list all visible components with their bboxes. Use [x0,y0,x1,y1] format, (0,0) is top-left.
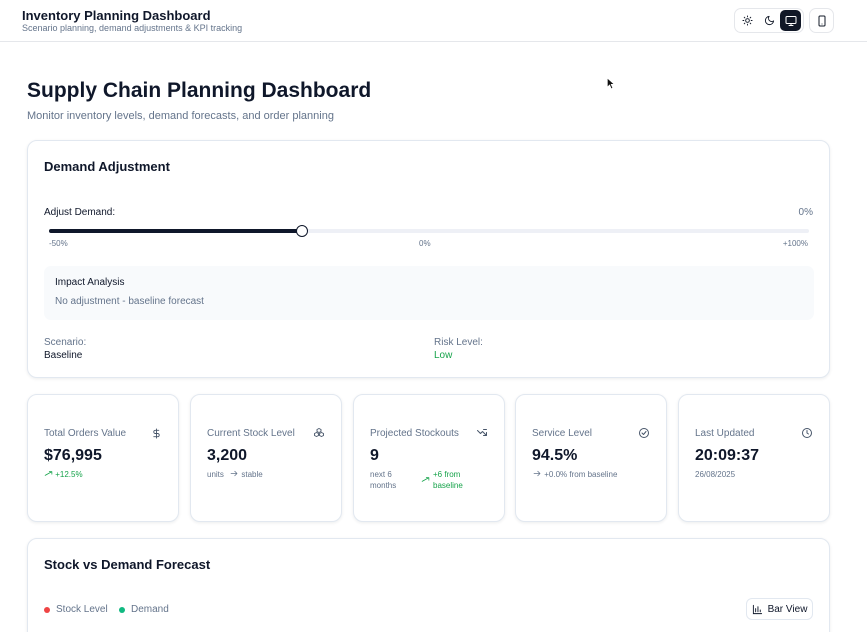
slider-tick-zero: 0% [419,239,431,248]
legend-label: Stock Level [56,604,108,615]
system-theme-button[interactable] [780,10,802,31]
scenario-value: Baseline [44,350,83,361]
dollar-icon [150,427,162,439]
trending-up-icon [44,471,53,476]
risk-level-label: Risk Level: [434,337,483,348]
legend-dot [44,606,50,613]
kpi-label: Current Stock Level [207,428,295,439]
bar-view-button[interactable]: Bar View [746,598,813,620]
adjust-demand-label: Adjust Demand: [44,207,116,218]
kpi-trend-text: +0.0% from baseline [544,470,618,479]
slider-tick-min: -50% [49,239,68,248]
slider-tick-max: +100% [782,239,808,248]
adjust-demand-value: 0% [798,207,813,218]
kpi-card-stock-level: Current Stock Level 3,200 units stable [190,394,342,522]
check-circle-icon [638,427,650,439]
legend-item-stock[interactable]: Stock Level [44,604,108,615]
kpi-card-projected-stockouts: Projected Stockouts 9 next 6 months +6 f… [353,394,505,522]
mobile-view-button[interactable] [809,8,834,33]
bar-chart-icon [752,604,762,614]
trend-arrows-icon [476,427,488,439]
kpi-value: 9 [370,447,379,464]
slider-fill [49,229,303,233]
light-theme-button[interactable] [737,10,758,31]
demand-adjustment-card: Demand Adjustment Adjust Demand: 0% -50%… [27,140,830,378]
kpi-trend: +6 from baseline [421,469,481,491]
kpi-label: Projected Stockouts [370,428,459,439]
clock-icon [801,427,813,439]
boxes-icon [313,427,325,439]
legend-label: Demand [131,604,169,615]
smartphone-icon [818,15,825,26]
kpi-label: Last Updated [695,428,755,439]
impact-analysis-title: Impact Analysis [55,277,125,288]
demand-slider[interactable] [49,225,809,237]
kpi-sub-text: 26/08/2025 [695,470,736,479]
theme-toggle-group [734,8,804,33]
trending-up-icon [421,477,430,482]
sun-icon [742,15,753,26]
impact-analysis-text: No adjustment - baseline forecast [55,296,204,307]
legend-item-demand[interactable]: Demand [119,604,169,615]
kpi-label: Service Level [532,428,593,439]
kpi-trend-text: +12.5% [55,470,83,479]
top-bar: Inventory Planning Dashboard Scenario pl… [0,0,867,42]
impact-analysis-box: Impact Analysis No adjustment - baseline… [44,266,814,320]
legend-dot [119,606,125,613]
kpi-card-service-level: Service Level 94.5% +0.0% from baseline [515,394,667,522]
app-subtitle: Scenario planning, demand adjustments & … [22,23,243,33]
app-title: Inventory Planning Dashboard [22,8,211,23]
arrow-right-icon [533,470,541,477]
kpi-value: $76,995 [44,447,102,464]
kpi-trend-text: stable [241,470,263,479]
monitor-icon [785,15,797,26]
risk-level-value: Low [434,350,453,361]
stock-demand-chart-card: Stock vs Demand Forecast Stock Level Dem… [27,538,830,632]
kpi-value: 3,200 [207,447,248,464]
dark-theme-button[interactable] [759,10,780,31]
kpi-value: 94.5% [532,447,578,464]
kpi-card-total-orders: Total Orders Value $76,995 +12.5% [27,394,179,522]
page-subtitle: Monitor inventory levels, demand forecas… [27,110,334,122]
kpi-trend-text: +6 from baseline [433,470,463,490]
kpi-card-last-updated: Last Updated 20:09:37 26/08/2025 [678,394,830,522]
demand-card-title: Demand Adjustment [44,159,170,174]
arrow-right-icon [230,470,238,477]
moon-icon [764,15,774,26]
mouse-cursor-icon [606,77,616,90]
chart-title: Stock vs Demand Forecast [44,557,211,572]
kpi-sub-text: next 6 months [370,470,397,490]
kpi-trend: units stable [207,469,263,480]
scenario-label: Scenario: [44,337,87,348]
kpi-label: Total Orders Value [44,428,127,439]
kpi-sub-text: units [207,470,224,479]
page-title: Supply Chain Planning Dashboard [27,79,372,102]
kpi-trend: +0.0% from baseline [532,469,617,480]
kpi-trend: +12.5% [44,469,83,480]
bar-view-label: Bar View [767,603,808,615]
slider-thumb[interactable] [296,225,309,237]
kpi-value: 20:09:37 [695,447,760,464]
